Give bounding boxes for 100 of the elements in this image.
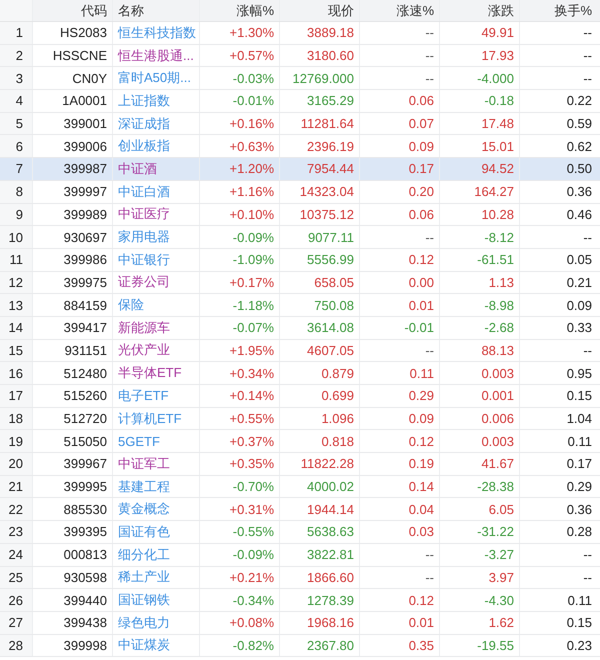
change-speed: 0.06	[360, 90, 440, 112]
change-speed: 0.12	[360, 248, 440, 271]
row-number: 25	[0, 566, 33, 588]
row-number: 27	[0, 612, 33, 634]
table-row[interactable]: 14 399417 新能源车 -0.07% 3614.08 -0.01 -2.68 0.33	[0, 316, 600, 340]
price: 12769.000	[280, 67, 360, 90]
change-percent: +0.21%	[200, 566, 280, 588]
table-row[interactable]: 22 885530 黄金概念 +0.31% 1944.14 0.04 6.05 0.36	[0, 498, 600, 522]
change-speed: 0.04	[360, 498, 440, 520]
price-change: -19.55	[440, 634, 520, 656]
turnover-rate: 0.15	[566, 387, 593, 406]
change-speed: --	[360, 340, 440, 362]
table-row[interactable]: 2 HSSCNE 恒生港股通... +0.57% 3180.60 -- 17.93 --	[0, 44, 600, 68]
change-percent: +0.37%	[200, 430, 280, 452]
price: 0.879	[280, 362, 360, 384]
column-header[interactable]: 名称	[113, 0, 200, 21]
table-row[interactable]: 25 930598 稀土产业 +0.21% 1866.60 -- 3.97 --	[0, 566, 600, 590]
price: 4000.02	[280, 476, 360, 498]
table-row[interactable]: 18 512720 计算机ETF +0.55% 1.096 0.09 0.006 1.04	[0, 408, 600, 430]
table-row[interactable]: 9 399989 中证医疗 +0.10% 10375.12 0.06 10.28 0.46	[0, 204, 600, 226]
table-row[interactable]: 24 000813 细分化工 -0.09% 3822.81 -- -3.27 --	[0, 544, 600, 566]
price: 9077.11	[280, 226, 360, 248]
column-header[interactable]: 涨速%	[360, 0, 440, 21]
table-row[interactable]: 27 399438 绿色电力 +0.08% 1968.16 0.01 1.62 0.15	[0, 612, 600, 635]
change-speed: 0.06	[360, 204, 440, 226]
stock-name: 5GETF	[113, 430, 200, 452]
price-change: -2.68	[440, 316, 520, 339]
price-change: 0.003	[440, 430, 520, 452]
table-row[interactable]: 28 399998 中证煤炭 -0.82% 2367.80 0.35 -19.55 0.23	[0, 634, 600, 658]
price: 3889.18	[280, 22, 360, 44]
price: 7954.44	[280, 158, 360, 180]
change-speed: 0.29	[360, 385, 440, 407]
turnover-rate: 0.59	[566, 115, 593, 134]
table-row[interactable]: 19 515050 5GETF +0.37% 0.818 0.12 0.003 0.11	[0, 430, 600, 454]
table-row[interactable]: 12 399975 证券公司 +0.17% 658.05 0.00 1.13 0.21	[0, 272, 600, 294]
row-number: 28	[0, 634, 33, 656]
table-row[interactable]: 3 CN0Y 富时A50期... -0.03% 12769.000 -- -4.000 --	[0, 67, 600, 90]
table-row[interactable]: 11 399986 中证银行 -1.09% 5556.99 0.12 -61.51 0.05	[0, 248, 600, 272]
price-change: 0.006	[440, 408, 520, 430]
change-percent: -1.09%	[200, 248, 280, 271]
table-row[interactable]: 13 884159 保险 -1.18% 750.08 0.01 -8.98 0.09	[0, 294, 600, 317]
stock-name: 深证成指	[113, 112, 200, 134]
stock-code: 399986	[33, 248, 113, 271]
change-percent: +0.31%	[200, 498, 280, 520]
change-speed: 0.01	[360, 612, 440, 634]
change-speed: --	[360, 44, 440, 66]
table-row[interactable]: 8 399997 中证白酒 +1.16% 14323.04 0.20 164.27 0.36	[0, 180, 600, 204]
column-header[interactable]: 换手%	[520, 0, 600, 21]
stock-code: 884159	[33, 294, 113, 316]
row-number: 15	[0, 340, 33, 362]
column-header[interactable]: 涨跌	[440, 0, 520, 21]
stock-name: 恒生科技指数	[113, 22, 200, 44]
turnover-rate: 0.23	[566, 636, 593, 655]
turnover-rate: 0.11	[566, 432, 593, 451]
turnover-rate: --	[582, 546, 593, 564]
table-row[interactable]: 15 931151 光伏产业 +1.95% 4607.05 -- 88.13 --	[0, 340, 600, 362]
price: 750.08	[280, 294, 360, 316]
turnover-rate: 0.15	[566, 614, 593, 632]
change-speed: --	[360, 544, 440, 566]
table-row[interactable]: 16 512480 半导体ETF +0.34% 0.879 0.11 0.003 0.95	[0, 362, 600, 385]
row-number: 17	[0, 385, 33, 407]
price: 4607.05	[280, 340, 360, 362]
stock-code: 399998	[33, 634, 113, 656]
turnover-rate: 0.36	[566, 183, 593, 202]
turnover-rate: 0.11	[566, 592, 593, 610]
change-speed: --	[360, 22, 440, 44]
table-row[interactable]: 26 399440 国证钢铁 -0.34% 1278.39 0.12 -4.30 0.11	[0, 589, 600, 612]
stock-code: 399417	[33, 316, 113, 339]
turnover-rate: --	[582, 70, 593, 88]
table-row[interactable]: 7 399987 中证酒 +1.20% 7954.44 0.17 94.52 0.50	[0, 158, 600, 181]
row-number: 7	[0, 158, 33, 180]
stock-code: 930697	[33, 226, 113, 248]
table-row[interactable]: 21 399995 基建工程 -0.70% 4000.02 0.14 -28.38 0.29	[0, 476, 600, 498]
change-percent: +0.17%	[200, 272, 280, 294]
table-row[interactable]: 23 399395 国证有色 -0.55% 5638.63 0.03 -31.22 0.28	[0, 521, 600, 544]
change-percent: +0.10%	[200, 204, 280, 226]
column-header[interactable]: 涨幅%	[200, 0, 280, 21]
stock-name: 国证钢铁	[113, 589, 200, 611]
stock-name: 中证银行	[113, 248, 200, 271]
turnover-rate: 0.21	[566, 274, 593, 292]
stock-name: 创业板指	[113, 135, 200, 158]
table-row[interactable]: 1 HS2083 恒生科技指数 +1.30% 3889.18 -- 49.91 --	[0, 22, 600, 45]
stock-name: 国证有色	[113, 521, 200, 543]
stock-name: 上证指数	[113, 90, 200, 112]
column-header[interactable]: 现价	[280, 0, 360, 21]
price: 10375.12	[280, 204, 360, 226]
price-change: 0.003	[440, 362, 520, 384]
turnover-rate: 0.95	[566, 364, 593, 383]
table-row[interactable]: 17 515260 电子ETF +0.14% 0.699 0.29 0.001 0.15	[0, 385, 600, 408]
table-row[interactable]: 20 399967 中证军工 +0.35% 11822.28 0.19 41.67 0.17	[0, 453, 600, 476]
turnover-rate: 0.05	[566, 251, 593, 270]
table-row[interactable]: 10 930697 家用电器 -0.09% 9077.11 -- -8.12 --	[0, 226, 600, 249]
price: 3614.08	[280, 316, 360, 339]
table-row[interactable]: 5 399001 深证成指 +0.16% 11281.64 0.07 17.48 0.59	[0, 112, 600, 136]
table-row[interactable]: 4 1A0001 上证指数 -0.01% 3165.29 0.06 -0.18 0.22	[0, 90, 600, 113]
column-header[interactable]: 代码	[33, 0, 113, 21]
price: 11822.28	[280, 453, 360, 475]
row-number: 20	[0, 453, 33, 475]
turnover-rate: 0.36	[566, 500, 593, 519]
turnover-rate: 0.62	[566, 138, 593, 156]
